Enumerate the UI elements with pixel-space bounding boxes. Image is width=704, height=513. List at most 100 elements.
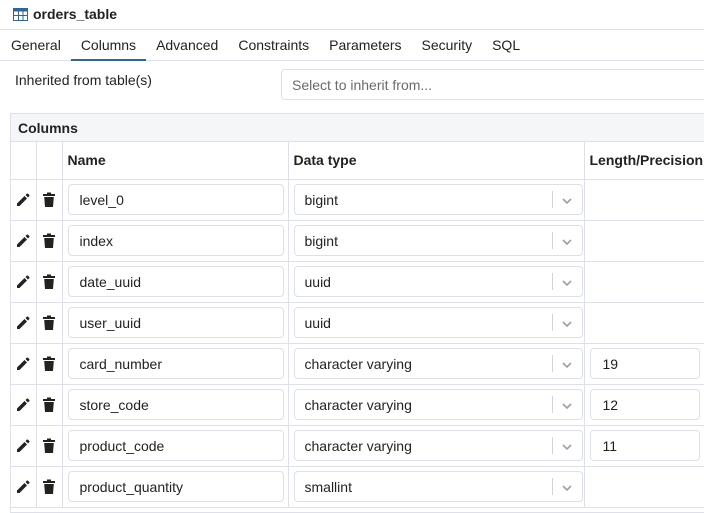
data-type-value: character varying — [304, 356, 412, 372]
name-cell: card_number — [62, 343, 289, 385]
chevron-down-icon — [561, 358, 573, 374]
select-separator — [551, 396, 553, 413]
tab-label: Columns — [80, 37, 137, 53]
inherit-row: Inherited from table(s) Select to inheri… — [0, 62, 704, 106]
name-cell: user_uuid — [62, 302, 289, 344]
columns-table: Name Data type Length/Precision level_0 … — [11, 142, 704, 508]
tab-label: Constraints — [238, 37, 310, 53]
data-type-value: character varying — [304, 397, 412, 413]
data-type-select[interactable]: character varying — [293, 348, 583, 379]
chevron-down-icon — [561, 481, 573, 497]
column-name-input[interactable]: store_code — [67, 389, 284, 420]
length-cell — [584, 261, 704, 303]
length-input[interactable]: 11 — [589, 430, 700, 461]
chevron-down-icon — [561, 317, 573, 333]
tab-columns[interactable]: Columns — [70, 30, 147, 61]
trash-icon[interactable] — [37, 397, 62, 413]
name-header: Name — [62, 142, 289, 180]
name-cell: product_quantity — [62, 466, 289, 508]
column-name-input[interactable]: card_number — [67, 348, 284, 379]
column-name-input[interactable]: level_0 — [67, 184, 284, 215]
trash-icon[interactable] — [37, 233, 62, 249]
type-cell: character varying — [288, 384, 585, 426]
select-separator — [551, 478, 553, 495]
table-row: product_quantity smallint — [11, 466, 704, 508]
tab-security[interactable]: Security — [412, 30, 483, 60]
length-cell: 12 — [584, 384, 704, 426]
name-cell: index — [62, 220, 289, 262]
trash-icon[interactable] — [37, 192, 62, 208]
data-type-select[interactable]: uuid — [293, 266, 583, 297]
edit-cell — [11, 425, 37, 467]
edit-icon[interactable] — [11, 397, 36, 413]
delete-col-header — [36, 142, 63, 180]
chevron-down-icon — [561, 276, 573, 292]
trash-icon[interactable] — [37, 438, 62, 454]
chevron-down-icon — [561, 194, 573, 210]
edit-icon[interactable] — [11, 192, 36, 208]
length-cell — [584, 302, 704, 344]
trash-icon[interactable] — [37, 315, 62, 331]
columns-grid: Columns Name Data type Length/Precision — [10, 113, 704, 513]
data-type-header: Data type — [288, 142, 585, 180]
data-type-value: bigint — [304, 192, 338, 208]
data-type-value: smallint — [304, 479, 352, 495]
data-type-select[interactable]: smallint — [293, 471, 583, 502]
edit-cell — [11, 466, 37, 508]
edit-icon[interactable] — [11, 233, 36, 249]
column-name-input[interactable]: product_code — [67, 430, 284, 461]
trash-icon[interactable] — [37, 479, 62, 495]
chevron-down-icon — [561, 235, 573, 251]
trash-icon[interactable] — [37, 274, 62, 290]
table-row: product_code character varying 11 — [11, 425, 704, 467]
column-name-input[interactable]: product_quantity — [67, 471, 284, 502]
data-type-select[interactable]: bigint — [293, 225, 583, 256]
tab-constraints[interactable]: Constraints — [228, 30, 319, 60]
edit-icon[interactable] — [11, 438, 36, 454]
data-type-value: uuid — [304, 315, 331, 331]
table-row: user_uuid uuid — [11, 302, 704, 344]
edit-cell — [11, 261, 37, 303]
select-separator — [551, 273, 553, 290]
type-cell: uuid — [288, 261, 585, 303]
table-row: date_uuid uuid — [11, 261, 704, 303]
name-cell: date_uuid — [62, 261, 289, 303]
data-type-select[interactable]: character varying — [293, 430, 583, 461]
delete-cell — [36, 425, 63, 467]
inherit-select[interactable]: Select to inherit from... — [281, 69, 704, 100]
data-type-select[interactable]: bigint — [293, 184, 583, 215]
tab-advanced[interactable]: Advanced — [146, 30, 228, 60]
column-name-input[interactable]: index — [67, 225, 284, 256]
trash-icon[interactable] — [37, 356, 62, 372]
tab-label: SQL — [492, 37, 521, 53]
edit-icon[interactable] — [11, 274, 36, 290]
table-row: store_code character varying 12 — [11, 384, 704, 426]
type-cell: bigint — [288, 179, 585, 221]
column-name-input[interactable]: date_uuid — [67, 266, 284, 297]
select-separator — [551, 191, 553, 208]
edit-cell — [11, 384, 37, 426]
data-type-value: character varying — [304, 438, 412, 454]
data-type-select[interactable]: uuid — [293, 307, 583, 338]
name-cell: store_code — [62, 384, 289, 426]
length-input[interactable]: 19 — [589, 348, 700, 379]
tab-sql[interactable]: SQL — [482, 30, 530, 60]
select-separator — [551, 314, 553, 331]
length-header: Length/Precision — [584, 142, 704, 180]
tab-general[interactable]: General — [1, 30, 71, 60]
table-row: index bigint — [11, 220, 704, 262]
length-input[interactable]: 12 — [589, 389, 700, 420]
edit-icon[interactable] — [11, 356, 36, 372]
delete-cell — [36, 179, 63, 221]
data-type-select[interactable]: character varying — [293, 389, 583, 420]
edit-cell — [11, 220, 37, 262]
delete-cell — [36, 384, 63, 426]
edit-icon[interactable] — [11, 479, 36, 495]
type-cell: smallint — [288, 466, 585, 508]
chevron-down-icon — [561, 440, 573, 456]
edit-icon[interactable] — [11, 315, 36, 331]
tab-bar: General Columns Advanced Constraints Par… — [0, 29, 704, 61]
column-name-input[interactable]: user_uuid — [67, 307, 284, 338]
tab-parameters[interactable]: Parameters — [319, 30, 411, 60]
table-icon — [13, 7, 28, 21]
